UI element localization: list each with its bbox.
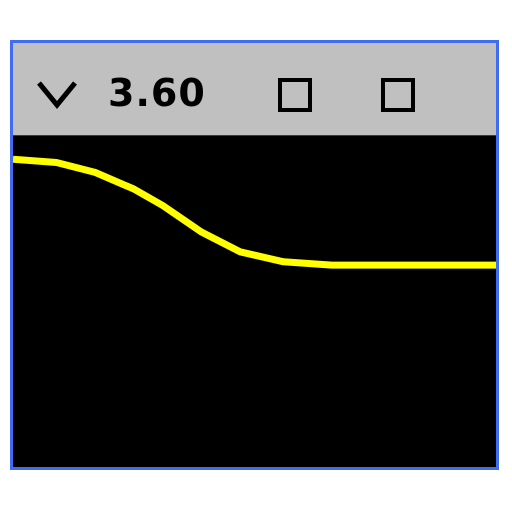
toolbar: 3.60 (13, 43, 496, 136)
value-display: 3.60 (108, 71, 206, 115)
line-chart (13, 155, 496, 269)
series-line (13, 155, 496, 269)
chevron-down-icon[interactable] (35, 79, 79, 111)
curve-widget: 3.60 (10, 40, 499, 470)
checkbox-icon[interactable] (278, 78, 312, 112)
checkbox-icon[interactable] (381, 78, 415, 112)
plot-area (13, 136, 496, 467)
